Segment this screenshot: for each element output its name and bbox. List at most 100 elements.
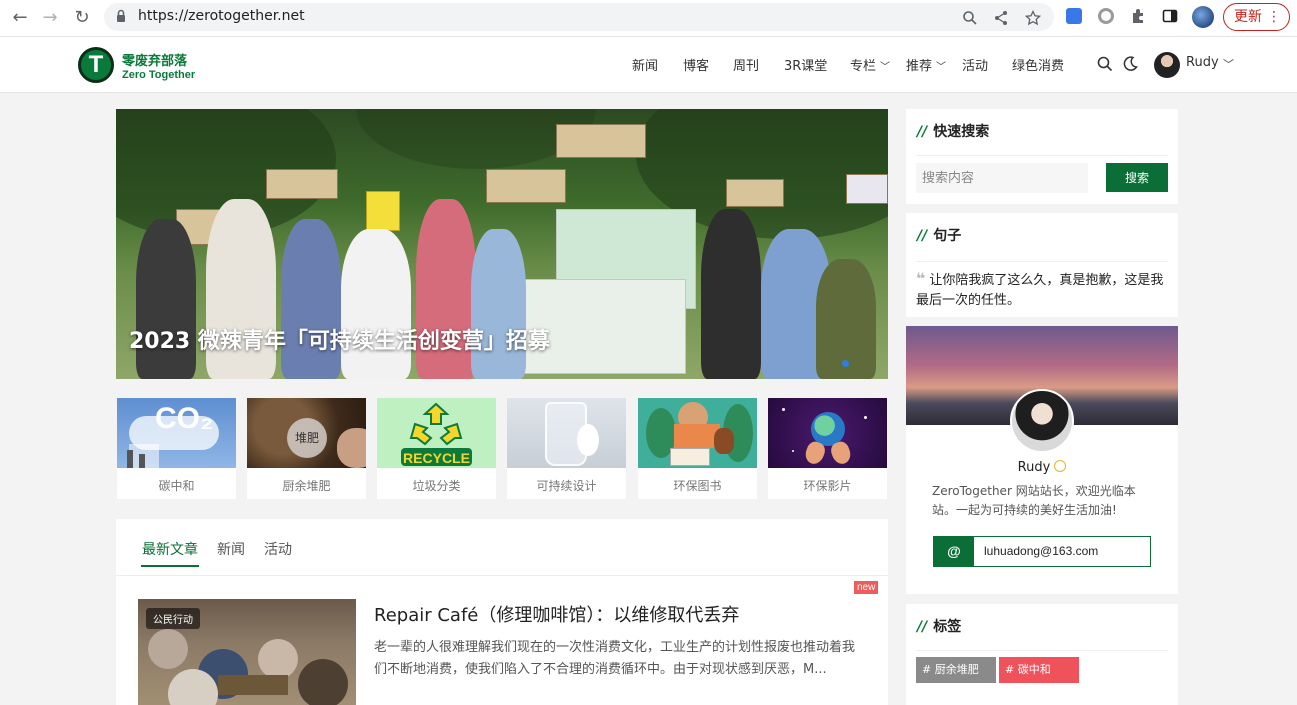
profile-name-text: Rudy (1017, 460, 1051, 475)
category-label: 环保图书 (673, 479, 722, 493)
carousel-dot[interactable] (842, 360, 849, 367)
card-title-text: 标签 (933, 619, 962, 635)
nav-item-green-consumption[interactable]: 绿色消费 (1012, 55, 1064, 74)
card-title-text: 句子 (933, 228, 962, 244)
site-logo-icon[interactable] (78, 47, 114, 83)
nav-item-weekly[interactable]: 周刊 (733, 55, 759, 74)
tag-chip-carbon-neutral[interactable]: # 碳中和 (999, 657, 1079, 683)
lock-icon (117, 9, 125, 22)
at-icon: @ (934, 537, 974, 566)
search-icon[interactable] (1097, 56, 1113, 72)
category-tile-compost[interactable]: 堆肥 厨余堆肥 (247, 398, 366, 499)
nav-item-column-label: 专栏 (850, 59, 877, 74)
recycle-text: RECYCLE (403, 450, 470, 466)
category-label: 厨余堆肥 (282, 479, 331, 493)
divider (916, 261, 1168, 262)
logo-title-cn[interactable]: 零废弃部落 (122, 50, 187, 69)
co2-text: CO₂ (155, 402, 214, 435)
forward-arrow-icon[interactable]: → (38, 6, 62, 30)
title-slashes-icon: // (917, 228, 928, 244)
tag-chip-compost[interactable]: # 厨余堆肥 (916, 657, 996, 683)
nav-item-news[interactable]: 新闻 (632, 55, 658, 74)
chevron-down-icon: ﹀ (880, 62, 891, 73)
update-label: 更新 (1234, 9, 1262, 25)
quick-search-card: // 快速搜索 搜索 (906, 109, 1178, 204)
quote-mark-icon: ❝ (916, 269, 926, 288)
tab-events[interactable]: 活动 (264, 539, 292, 559)
card-title-text: 快速搜索 (933, 124, 990, 140)
nav-item-blog[interactable]: 博客 (683, 55, 709, 74)
extension-doc-icon[interactable] (1066, 8, 1082, 24)
tab-active-indicator (141, 565, 199, 567)
category-tile-eco-books[interactable]: 环保图书 (638, 398, 757, 499)
title-slashes-icon: // (917, 619, 928, 635)
card-title: // 标签 (917, 616, 961, 636)
nav-item-recommend[interactable]: 推荐 ﹀ (906, 55, 946, 74)
email-address: luhuadong@163.com (984, 544, 1099, 558)
bookmark-star-icon[interactable] (1025, 10, 1041, 26)
article-list: 最新文章 新闻 活动 公民行动 new Repair Café（修理咖啡馆）：以… (116, 519, 888, 705)
tab-news[interactable]: 新闻 (217, 539, 245, 559)
new-tag: new (854, 581, 879, 594)
chevron-down-icon[interactable]: ﹀ (1223, 56, 1234, 72)
article-tabs: 最新文章 新闻 活动 (116, 519, 888, 576)
verified-icon (1054, 460, 1067, 472)
category-tile-waste-sorting[interactable]: RECYCLE 垃圾分类 (377, 398, 496, 499)
title-slashes-icon: // (917, 124, 928, 140)
hero-title[interactable]: 2023 微辣青年「可持续生活创变营」招募 (129, 323, 550, 355)
reload-icon[interactable]: ↻ (70, 6, 94, 30)
extensions-puzzle-icon[interactable] (1130, 8, 1146, 24)
category-thumb: CO₂ (117, 398, 236, 468)
nav-item-recommend-label: 推荐 (906, 59, 933, 74)
article-title[interactable]: Repair Café（修理咖啡馆）：以维修取代丢弃 (374, 601, 739, 627)
tags-card: // 标签 # 厨余堆肥 # 碳中和 (906, 604, 1178, 705)
browser-toolbar: ← → ↻ https://zerotogether.net 更新 ⋮ (0, 0, 1297, 37)
category-label: 碳中和 (158, 479, 195, 493)
user-name[interactable]: Rudy (1186, 55, 1219, 70)
search-button[interactable]: 搜索 (1106, 163, 1168, 192)
share-icon[interactable] (993, 10, 1009, 26)
nav-item-events[interactable]: 活动 (962, 55, 988, 74)
zoom-icon[interactable] (962, 10, 978, 26)
profile-card: Rudy ZeroTogether 网站站长，欢迎光临本站。一起为可持续的美好生… (906, 326, 1178, 594)
card-title: // 快速搜索 (917, 121, 989, 141)
profile-avatar-icon[interactable] (1192, 6, 1214, 28)
quote-body: 让你陪我疯了这么久，真是抱歉，这是我最后一次的任性。 (916, 273, 1164, 308)
search-input[interactable] (916, 163, 1088, 193)
compost-badge-text: 堆肥 (287, 418, 327, 458)
hero-banner[interactable]: 2023 微辣青年「可持续生活创变营」招募 (116, 109, 888, 379)
chevron-down-icon: ﹀ (936, 62, 947, 73)
quote-card: // 句子 ❝ 让你陪我疯了这么久，真是抱歉，这是我最后一次的任性。 (906, 213, 1178, 317)
side-panel-icon[interactable] (1162, 8, 1178, 24)
update-button[interactable]: 更新 ⋮ (1223, 3, 1290, 31)
category-label: 垃圾分类 (412, 479, 461, 493)
dark-mode-moon-icon[interactable] (1122, 56, 1138, 72)
category-label: 环保影片 (803, 479, 852, 493)
category-tile-carbon-neutral[interactable]: CO₂ 碳中和 (117, 398, 236, 499)
category-thumb: RECYCLE (377, 398, 496, 468)
nav-item-column[interactable]: 专栏 ﹀ (850, 55, 890, 74)
logo-title-en[interactable]: Zero Together (122, 69, 195, 81)
more-vert-icon: ⋮ (1267, 9, 1281, 25)
divider (916, 650, 1168, 651)
category-thumb (768, 398, 887, 468)
category-tile-eco-films[interactable]: 环保影片 (768, 398, 887, 499)
article-excerpt: 老一辈的人很难理解我们现在的一次性消费文化，工业生产的计划性报废也推动着我们不断… (374, 640, 856, 677)
email-field[interactable]: @ luhuadong@163.com (933, 536, 1151, 567)
category-thumb: 堆肥 (247, 398, 366, 468)
tab-latest[interactable]: 最新文章 (142, 539, 198, 559)
profile-avatar[interactable] (1010, 389, 1074, 453)
divider (916, 155, 1168, 156)
category-thumb (507, 398, 626, 468)
category-label: 可持续设计 (536, 479, 597, 493)
quote-text: ❝ 让你陪我疯了这么久，真是抱歉，这是我最后一次的任性。 (916, 269, 1171, 311)
extension-circle-icon[interactable] (1098, 8, 1114, 24)
address-bar[interactable]: https://zerotogether.net (104, 3, 1054, 31)
card-title: // 句子 (917, 225, 961, 245)
back-arrow-icon[interactable]: ← (8, 6, 32, 30)
nav-item-3r-class[interactable]: 3R课堂 (784, 55, 827, 74)
category-tile-sustainable-design[interactable]: 可持续设计 (507, 398, 626, 499)
user-avatar[interactable] (1154, 52, 1180, 78)
profile-name[interactable]: Rudy (906, 460, 1178, 475)
article-category-badge[interactable]: 公民行动 (146, 608, 200, 629)
